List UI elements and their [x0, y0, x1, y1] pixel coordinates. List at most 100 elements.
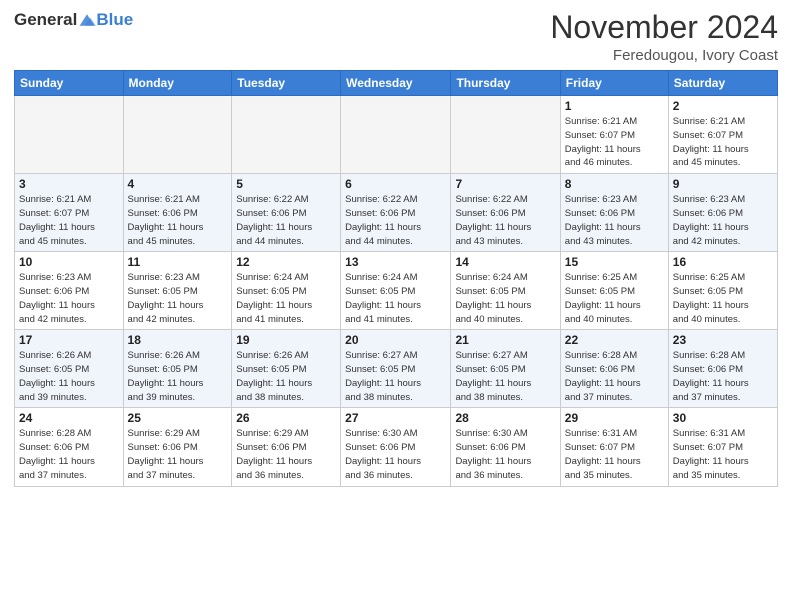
calendar-cell: 29 Sunrise: 6:31 AMSunset: 6:07 PMDayligh… [560, 408, 668, 486]
calendar-cell: 15 Sunrise: 6:25 AMSunset: 6:05 PMDayligh… [560, 252, 668, 330]
day-number: 15 [565, 255, 664, 269]
day-info: Sunrise: 6:24 AMSunset: 6:05 PMDaylight:… [455, 271, 555, 326]
logo-icon [78, 11, 96, 29]
calendar-cell: 6 Sunrise: 6:22 AMSunset: 6:06 PMDaylight… [341, 174, 451, 252]
day-info: Sunrise: 6:26 AMSunset: 6:05 PMDaylight:… [236, 349, 336, 404]
calendar-cell: 2 Sunrise: 6:21 AMSunset: 6:07 PMDaylight… [668, 96, 777, 174]
day-number: 1 [565, 99, 664, 113]
calendar-cell: 7 Sunrise: 6:22 AMSunset: 6:06 PMDaylight… [451, 174, 560, 252]
day-number: 27 [345, 411, 446, 425]
day-number: 23 [673, 333, 773, 347]
day-number: 25 [128, 411, 228, 425]
calendar-week-row: 17 Sunrise: 6:26 AMSunset: 6:05 PMDayligh… [15, 330, 778, 408]
calendar-cell: 27 Sunrise: 6:30 AMSunset: 6:06 PMDayligh… [341, 408, 451, 486]
day-info: Sunrise: 6:21 AMSunset: 6:07 PMDaylight:… [673, 115, 773, 170]
day-number: 11 [128, 255, 228, 269]
calendar-cell: 18 Sunrise: 6:26 AMSunset: 6:05 PMDayligh… [123, 330, 232, 408]
day-info: Sunrise: 6:25 AMSunset: 6:05 PMDaylight:… [673, 271, 773, 326]
day-info: Sunrise: 6:23 AMSunset: 6:06 PMDaylight:… [19, 271, 119, 326]
day-info: Sunrise: 6:31 AMSunset: 6:07 PMDaylight:… [673, 427, 773, 482]
day-number: 18 [128, 333, 228, 347]
header: General Blue November 2024 Feredougou, I… [14, 10, 778, 64]
calendar-week-row: 1 Sunrise: 6:21 AMSunset: 6:07 PMDaylight… [15, 96, 778, 174]
day-info: Sunrise: 6:22 AMSunset: 6:06 PMDaylight:… [345, 193, 446, 248]
day-info: Sunrise: 6:23 AMSunset: 6:05 PMDaylight:… [128, 271, 228, 326]
day-info: Sunrise: 6:22 AMSunset: 6:06 PMDaylight:… [236, 193, 336, 248]
day-number: 16 [673, 255, 773, 269]
day-info: Sunrise: 6:23 AMSunset: 6:06 PMDaylight:… [565, 193, 664, 248]
day-info: Sunrise: 6:31 AMSunset: 6:07 PMDaylight:… [565, 427, 664, 482]
day-number: 10 [19, 255, 119, 269]
location: Feredougou, Ivory Coast [550, 47, 778, 64]
logo-blue: Blue [96, 10, 133, 30]
day-number: 8 [565, 177, 664, 191]
day-info: Sunrise: 6:30 AMSunset: 6:06 PMDaylight:… [345, 427, 446, 482]
day-info: Sunrise: 6:24 AMSunset: 6:05 PMDaylight:… [345, 271, 446, 326]
day-info: Sunrise: 6:21 AMSunset: 6:07 PMDaylight:… [565, 115, 664, 170]
calendar: SundayMondayTuesdayWednesdayThursdayFrid… [14, 70, 778, 486]
day-number: 14 [455, 255, 555, 269]
day-number: 6 [345, 177, 446, 191]
calendar-cell: 26 Sunrise: 6:29 AMSunset: 6:06 PMDayligh… [232, 408, 341, 486]
page: General Blue November 2024 Feredougou, I… [0, 0, 792, 612]
calendar-cell: 1 Sunrise: 6:21 AMSunset: 6:07 PMDaylight… [560, 96, 668, 174]
calendar-cell [123, 96, 232, 174]
calendar-cell [451, 96, 560, 174]
day-info: Sunrise: 6:26 AMSunset: 6:05 PMDaylight:… [128, 349, 228, 404]
calendar-week-row: 10 Sunrise: 6:23 AMSunset: 6:06 PMDayligh… [15, 252, 778, 330]
day-number: 17 [19, 333, 119, 347]
calendar-cell: 28Sunrise: 6:30 AMSunset: 6:06 PMDayligh… [451, 408, 560, 486]
calendar-cell: 30 Sunrise: 6:31 AMSunset: 6:07 PMDayligh… [668, 408, 777, 486]
calendar-cell: 12Sunrise: 6:24 AMSunset: 6:05 PMDayligh… [232, 252, 341, 330]
logo: General Blue [14, 10, 133, 30]
calendar-cell: 8 Sunrise: 6:23 AMSunset: 6:06 PMDaylight… [560, 174, 668, 252]
day-number: 5 [236, 177, 336, 191]
day-info: Sunrise: 6:26 AMSunset: 6:05 PMDaylight:… [19, 349, 119, 404]
day-info: Sunrise: 6:30 AMSunset: 6:06 PMDaylight:… [455, 427, 555, 482]
calendar-cell: 21Sunrise: 6:27 AMSunset: 6:05 PMDayligh… [451, 330, 560, 408]
day-number: 29 [565, 411, 664, 425]
day-info: Sunrise: 6:28 AMSunset: 6:06 PMDaylight:… [565, 349, 664, 404]
day-number: 7 [455, 177, 555, 191]
day-info: Sunrise: 6:21 AMSunset: 6:07 PMDaylight:… [19, 193, 119, 248]
calendar-cell: 4 Sunrise: 6:21 AMSunset: 6:06 PMDaylight… [123, 174, 232, 252]
day-number: 21 [455, 333, 555, 347]
day-number: 26 [236, 411, 336, 425]
title-area: November 2024 Feredougou, Ivory Coast [550, 10, 778, 64]
calendar-cell: 20 Sunrise: 6:27 AMSunset: 6:05 PMDayligh… [341, 330, 451, 408]
logo-general: General [14, 10, 77, 30]
calendar-cell [232, 96, 341, 174]
calendar-cell: 14 Sunrise: 6:24 AMSunset: 6:05 PMDayligh… [451, 252, 560, 330]
calendar-cell: 11 Sunrise: 6:23 AMSunset: 6:05 PMDayligh… [123, 252, 232, 330]
day-info: Sunrise: 6:28 AMSunset: 6:06 PMDaylight:… [19, 427, 119, 482]
day-info: Sunrise: 6:27 AMSunset: 6:05 PMDaylight:… [345, 349, 446, 404]
calendar-cell: 9Sunrise: 6:23 AMSunset: 6:06 PMDaylight… [668, 174, 777, 252]
day-number: 30 [673, 411, 773, 425]
day-number: 20 [345, 333, 446, 347]
calendar-cell: 25 Sunrise: 6:29 AMSunset: 6:06 PMDayligh… [123, 408, 232, 486]
calendar-cell: 24 Sunrise: 6:28 AMSunset: 6:06 PMDayligh… [15, 408, 124, 486]
day-number: 13 [345, 255, 446, 269]
calendar-cell: 16 Sunrise: 6:25 AMSunset: 6:05 PMDayligh… [668, 252, 777, 330]
day-number: 22 [565, 333, 664, 347]
calendar-header-row: SundayMondayTuesdayWednesdayThursdayFrid… [15, 71, 778, 96]
calendar-cell: 3 Sunrise: 6:21 AMSunset: 6:07 PMDaylight… [15, 174, 124, 252]
day-number: 4 [128, 177, 228, 191]
day-header: Sunday [15, 71, 124, 96]
calendar-week-row: 3 Sunrise: 6:21 AMSunset: 6:07 PMDaylight… [15, 174, 778, 252]
day-info: Sunrise: 6:29 AMSunset: 6:06 PMDaylight:… [236, 427, 336, 482]
day-number: 12 [236, 255, 336, 269]
calendar-week-row: 24 Sunrise: 6:28 AMSunset: 6:06 PMDayligh… [15, 408, 778, 486]
day-number: 2 [673, 99, 773, 113]
day-info: Sunrise: 6:25 AMSunset: 6:05 PMDaylight:… [565, 271, 664, 326]
calendar-cell: 17 Sunrise: 6:26 AMSunset: 6:05 PMDayligh… [15, 330, 124, 408]
day-number: 3 [19, 177, 119, 191]
day-header: Thursday [451, 71, 560, 96]
day-number: 9 [673, 177, 773, 191]
day-info: Sunrise: 6:29 AMSunset: 6:06 PMDaylight:… [128, 427, 228, 482]
day-info: Sunrise: 6:21 AMSunset: 6:06 PMDaylight:… [128, 193, 228, 248]
calendar-cell: 10 Sunrise: 6:23 AMSunset: 6:06 PMDayligh… [15, 252, 124, 330]
day-number: 24 [19, 411, 119, 425]
day-number: 19 [236, 333, 336, 347]
day-info: Sunrise: 6:22 AMSunset: 6:06 PMDaylight:… [455, 193, 555, 248]
